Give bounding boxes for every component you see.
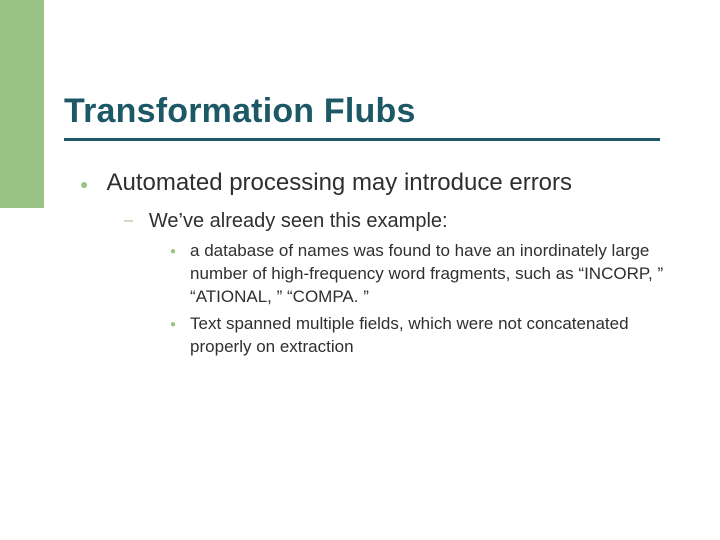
level3-text: Text spanned multiple fields, which were… (190, 313, 670, 359)
level3-text: a database of names was found to have an… (190, 240, 670, 309)
title-underline (64, 138, 660, 141)
bullet-icon: ● (80, 176, 88, 192)
slide-body: ● Automated processing may introduce err… (80, 168, 670, 363)
bullet-level3: ● a database of names was found to have … (170, 240, 670, 309)
dot-icon: ● (170, 319, 176, 330)
bullet-level2: – We’ve already seen this example: (124, 208, 670, 234)
bullet-level3: ● Text spanned multiple fields, which we… (170, 313, 670, 359)
level1-text: Automated processing may introduce error… (106, 168, 572, 198)
slide-title: Transformation Flubs (64, 92, 416, 131)
dash-icon: – (124, 212, 133, 230)
dot-icon: ● (170, 246, 176, 257)
level2-text: We’ve already seen this example: (149, 208, 448, 234)
bullet-level1: ● Automated processing may introduce err… (80, 168, 670, 198)
level3-list: ● a database of names was found to have … (170, 240, 670, 359)
accent-side-block (0, 0, 44, 208)
